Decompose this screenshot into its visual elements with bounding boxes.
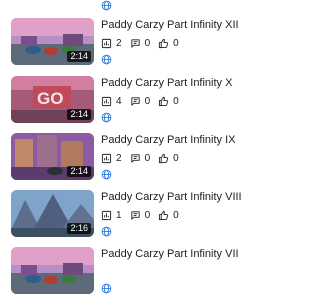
video-stats: 4 0 0 [101,95,187,107]
views-stat: 1 [101,210,122,221]
thumbs-up-icon [158,210,173,221]
likes-count: 0 [173,95,179,107]
comments-count: 0 [144,37,151,49]
svg-text:GO: GO [37,89,63,108]
video-thumbnail[interactable]: 2:14 [11,133,94,180]
globe-icon [101,226,112,237]
views-count: 2 [116,152,122,164]
video-duration: 2:14 [67,51,91,62]
video-title[interactable]: Paddy Carzy Part Infinity VII [101,248,239,261]
thumbs-up-icon [158,96,173,107]
globe-icon [101,169,112,180]
bar-chart-icon [101,96,116,107]
likes-stat: 0 [158,38,179,49]
video-title[interactable]: Paddy Carzy Part Infinity XII [101,19,239,32]
globe-icon [101,112,112,123]
comments-count: 0 [144,209,151,221]
video-list-item[interactable]: GO 2:14 Paddy Carzy Part Infinity X 4 0 0 [0,76,256,134]
bar-chart-icon [101,38,116,49]
likes-stat: 0 [158,96,179,107]
video-duration: 2:16 [67,223,91,234]
thumbnail-image [11,247,94,294]
thumbs-up-icon [158,38,173,49]
bar-chart-icon [101,210,116,221]
comment-icon [130,210,145,221]
video-list-item[interactable]: 2:14 Paddy Carzy Part Infinity XII 2 0 0 [0,18,256,76]
comments-stat: 0 [130,37,151,49]
views-count: 1 [116,209,122,221]
comments-count: 0 [144,95,151,107]
thumbs-up-icon [158,153,173,164]
comments-stat: 0 [130,95,151,107]
video-list-item[interactable] [0,0,256,11]
globe-icon [101,54,112,65]
video-thumbnail[interactable]: 2:16 [11,190,94,237]
video-thumbnail[interactable]: 2:14 [11,18,94,65]
video-thumbnail[interactable] [11,247,94,294]
comment-icon [130,38,145,49]
globe-icon [101,0,112,11]
video-duration: 2:14 [67,166,91,177]
likes-count: 0 [173,37,179,49]
video-title[interactable]: Paddy Carzy Part Infinity VIII [101,191,242,204]
video-duration: 2:14 [67,109,91,120]
comments-stat: 0 [130,152,151,164]
video-list-item[interactable]: 2:14 Paddy Carzy Part Infinity IX 2 0 0 [0,133,256,191]
likes-stat: 0 [158,153,179,164]
views-count: 4 [116,95,122,107]
likes-stat: 0 [158,210,179,221]
video-title[interactable]: Paddy Carzy Part Infinity X [101,77,232,90]
views-stat: 2 [101,153,122,164]
likes-count: 0 [173,209,179,221]
video-list-item[interactable]: 2:16 Paddy Carzy Part Infinity VIII 1 0 0 [0,190,256,248]
comment-icon [130,96,145,107]
views-count: 2 [116,37,122,49]
video-stats: 2 0 0 [101,37,187,49]
video-stats: 2 0 0 [101,152,187,164]
video-title[interactable]: Paddy Carzy Part Infinity IX [101,134,236,147]
likes-count: 0 [173,152,179,164]
comments-count: 0 [144,152,151,164]
bar-chart-icon [101,153,116,164]
views-stat: 2 [101,38,122,49]
video-stats: 1 0 0 [101,209,187,221]
video-thumbnail[interactable]: GO 2:14 [11,76,94,123]
comment-icon [130,153,145,164]
views-stat: 4 [101,96,122,107]
comments-stat: 0 [130,209,151,221]
globe-icon [101,283,112,294]
